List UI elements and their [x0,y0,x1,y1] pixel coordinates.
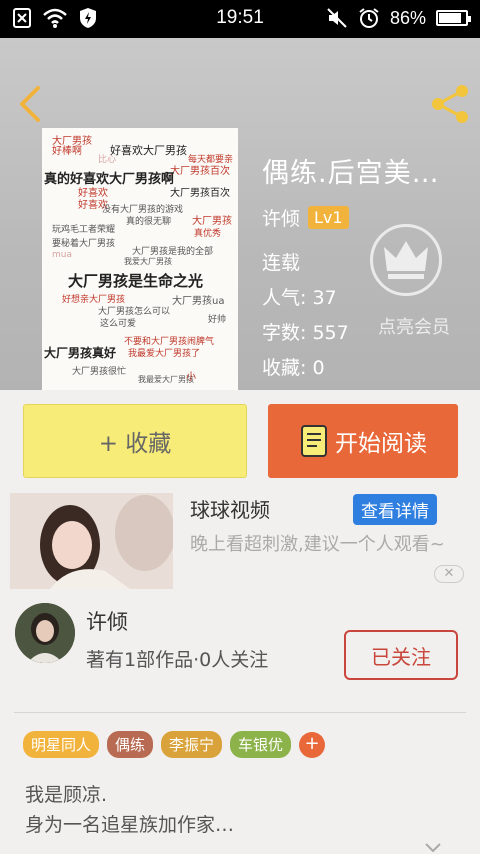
cover-word: 好帅 [208,315,227,325]
popularity-stat: 人气: 37 [262,283,337,310]
cover-word: 大厂男孩 [192,216,232,227]
tag-list: 明星同人 偶练 李振宁 车银优 + [23,731,326,758]
word-count-stat: 字数: 557 [262,318,349,345]
level-badge: Lv1 [308,206,349,229]
book-detail-panel: + 收藏 开始阅读 球球视频 查看详情 晚上看超刺激,建议一个人观看~ ✕ 许倾… [0,390,480,854]
status-icons-right: 86% [326,7,471,29]
alarm-icon [359,8,379,28]
book-title: 偶练.后宫美… [262,158,440,189]
cover-word: 要秘着大厂男孩 [52,239,116,249]
mute-icon [327,8,347,28]
ad-detail-button[interactable]: 查看详情 [353,494,437,525]
intro-line: 身为一名追星族加作家… [25,814,235,836]
follow-button[interactable]: 已关注 [344,630,458,680]
book-author-row: 许倾 Lv1 [262,204,349,231]
cover-word: 大厂男孩百次 [170,188,230,199]
cover-word: 我最爱大厂男孩了 [128,349,201,359]
author-avatar[interactable] [15,603,75,663]
ad-description: 晚上看超刺激,建议一个人观看~ [190,534,445,555]
start-reading-button[interactable]: 开始阅读 [268,404,458,478]
battery-icon [436,10,471,26]
book-author[interactable]: 许倾 [262,204,300,231]
popularity-label: 人气: [262,287,307,309]
word-count-label: 字数: [262,322,307,344]
cover-word: 小 [186,372,196,383]
battery-percent: 86% [389,7,426,28]
crown-icon [384,241,428,279]
ad-image[interactable] [10,493,173,589]
cover-word: 大厂男孩很忙 [72,367,127,377]
cover-word: 大厂男孩真好 [44,346,117,360]
cover-word: 好喜欢大厂男孩 [110,144,187,157]
share-icon [432,85,468,123]
book-icon [301,425,327,457]
cover-word: 大厂男孩是生命之光 [68,272,204,290]
divider [14,712,466,713]
ad-photo [10,493,173,589]
tag-item[interactable]: 李振宁 [161,731,223,758]
share-button[interactable] [428,82,472,126]
cover-word: 好棒啊 [52,146,82,157]
favorites-value: 0 [312,357,325,379]
tag-item[interactable]: 明星同人 [23,731,100,758]
cover-word: 大厂男孩百次 [170,166,230,177]
ad-title[interactable]: 球球视频 [190,494,270,523]
cover-word: 大厂男孩ua [172,296,225,307]
tag-item[interactable]: 偶练 [107,731,154,758]
cover-word: 我爱大厂男孩 [124,257,172,266]
author-name[interactable]: 许倾 [86,606,128,636]
ad-close-button[interactable]: ✕ [434,565,464,583]
chevron-left-icon [20,86,40,122]
cover-word: mua [52,250,72,260]
cover-word: 比心 [98,155,117,165]
word-count-value: 557 [312,322,349,344]
cover-word: 真的很无聊 [126,217,172,227]
chevron-down-icon[interactable] [424,842,442,854]
status-bar: 19:51 86% [0,0,480,38]
favorites-stat: 收藏: 0 [262,353,325,380]
add-tag-button[interactable]: + [299,731,326,758]
favorites-label: 收藏: [262,357,307,379]
avatar-photo [15,603,75,663]
back-button[interactable] [12,84,46,124]
start-reading-label: 开始阅读 [335,431,427,457]
cover-word: 真的好喜欢大厂男孩啊 [44,172,175,187]
tag-item[interactable]: 车银优 [230,731,292,758]
cover-word: 真优秀 [194,229,222,239]
book-intro[interactable]: 我是顾凉. 身为一名追星族加作家… [25,780,455,840]
battery-level [439,13,462,23]
book-cover[interactable]: 大厂男孩 好喜欢大厂男孩 好棒啊 每天都要亲 比心 大厂男孩百次 真的好喜欢大厂男孩啊 好喜欢… [42,128,238,390]
author-info: 著有1部作品·0人关注 [86,649,269,671]
popularity-value: 37 [312,287,337,309]
vip-hint: 点亮会员 [378,317,450,338]
cover-word: 玩鸡毛工者荣耀 [52,225,116,235]
book-header: 大厂男孩 好喜欢大厂男孩 好棒啊 每天都要亲 比心 大厂男孩百次 真的好喜欢大厂男孩啊 好喜欢… [0,38,480,390]
vip-crown-button[interactable] [370,224,442,296]
cover-word: 这么可爱 [100,319,137,329]
intro-line: 我是顾凉. [25,784,108,806]
collect-button[interactable]: + 收藏 [23,404,247,478]
serial-status: 连载 [262,252,301,274]
